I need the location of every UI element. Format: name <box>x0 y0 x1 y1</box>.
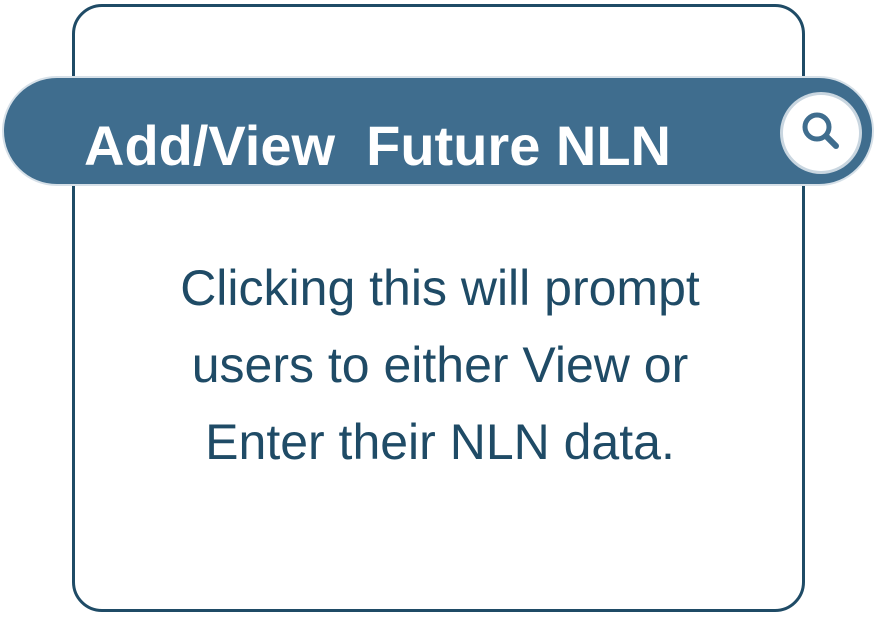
description-line: Clicking this will prompt <box>180 260 700 316</box>
banner-title: Add/View Future NLN <box>84 114 671 177</box>
description-text: Clicking this will prompt users to eithe… <box>120 250 760 481</box>
magnifier-icon <box>798 108 844 159</box>
add-view-future-nln-banner[interactable]: Add/View Future NLN <box>4 78 872 184</box>
search-button[interactable] <box>783 95 859 171</box>
description-line: users to either View or <box>191 337 689 393</box>
description-line: Enter their NLN data. <box>205 414 675 470</box>
